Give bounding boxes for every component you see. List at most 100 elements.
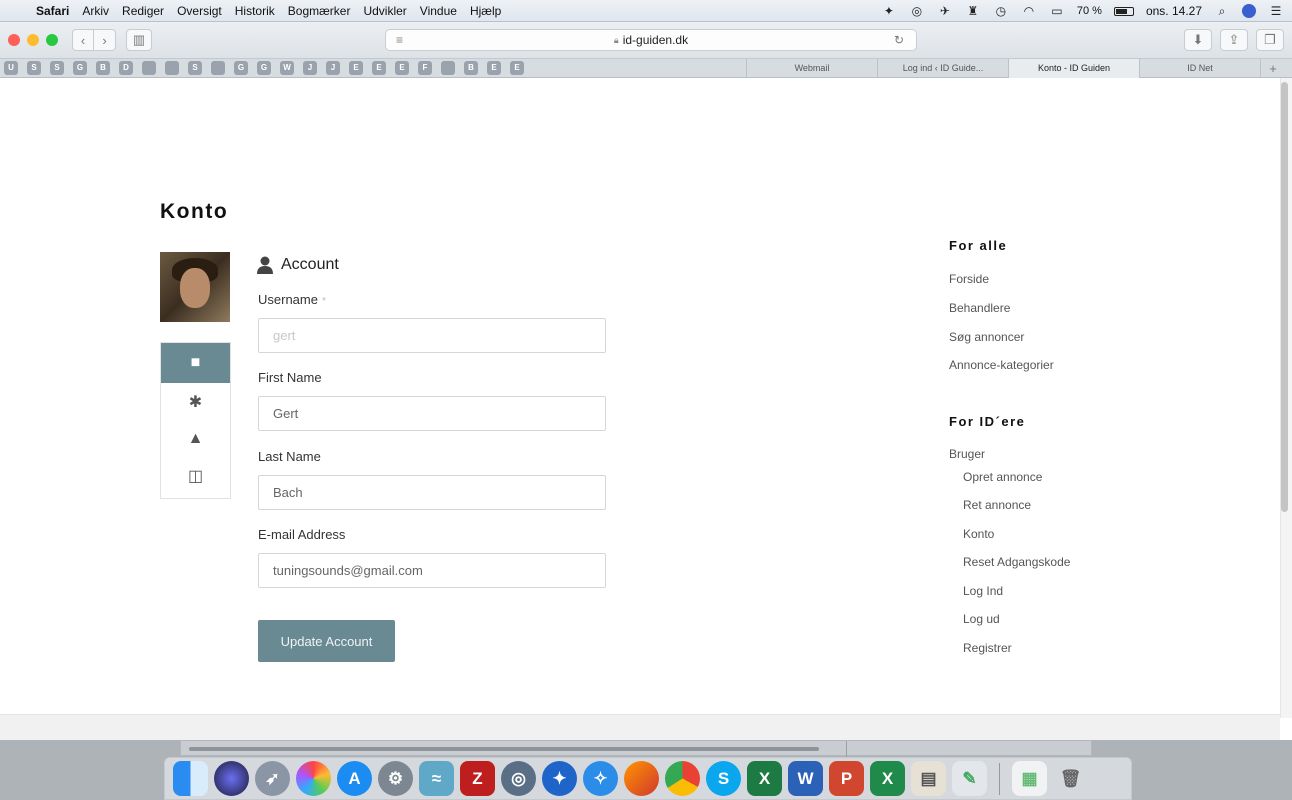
rocket-status-icon[interactable]: ✈ [937,4,953,18]
tab-overview-button[interactable]: ❐ [1256,29,1284,51]
link-registrer[interactable]: Registrer [963,641,1012,655]
clock-history-icon[interactable]: ◷ [993,4,1009,18]
menu-bogmaerker[interactable]: Bogmærker [288,4,351,18]
excel-icon[interactable]: X [747,761,782,796]
link-soeg-annoncer[interactable]: Søg annoncer [949,330,1024,344]
siri-icon[interactable] [214,761,249,796]
battery-icon[interactable] [1113,6,1134,16]
menu-vindue[interactable]: Vindue [420,4,457,18]
textedit-icon[interactable]: ✎ [952,761,987,796]
airplay-icon[interactable]: ▭ [1049,4,1065,18]
link-konto[interactable]: Konto [963,527,994,541]
back-button[interactable]: ‹ [72,29,94,51]
bookmark-favicon[interactable] [441,61,455,75]
system-preferences-icon[interactable]: ⚙ [378,761,413,796]
bookmark-favicon[interactable]: E [349,61,363,75]
new-tab-button[interactable]: + [1260,59,1285,78]
app-status-icon[interactable]: ♜ [965,4,981,18]
bookmark-favicon[interactable]: J [303,61,317,75]
bookmark-favicon[interactable]: B [96,61,110,75]
bookmark-favicon[interactable]: S [27,61,41,75]
link-reset-adgangskode[interactable]: Reset Adgangskode [963,555,1070,569]
password-tab-button[interactable]: ✱ [161,383,230,420]
link-opret-annonce[interactable]: Opret annonce [963,470,1042,484]
spotlight-search-icon[interactable]: ⌕ [1214,4,1230,18]
url-text[interactable]: id-guiden.dk [623,33,688,47]
bookmark-favicon[interactable]: J [326,61,340,75]
security-tab-button[interactable]: ▲ [161,420,230,457]
close-window-button[interactable] [8,34,20,46]
bookmark-favicon[interactable]: G [234,61,248,75]
reader-view-icon[interactable]: ≡ [396,33,403,47]
menu-hjaelp[interactable]: Hjælp [470,4,501,18]
finder-icon[interactable] [173,761,208,796]
menu-rediger[interactable]: Rediger [122,4,164,18]
reload-icon[interactable]: ↻ [894,33,904,47]
bookmark-favicon[interactable]: S [50,61,64,75]
page-scrollbar-track[interactable] [1280,78,1292,718]
link-forside[interactable]: Forside [949,272,989,286]
excel-alt-icon[interactable]: X [870,761,905,796]
update-account-button[interactable]: Update Account [258,620,395,662]
menu-historik[interactable]: Historik [235,4,275,18]
bookmark-favicon[interactable]: G [257,61,271,75]
bruger-label[interactable]: Bruger [949,447,985,461]
chrome-icon[interactable] [665,761,700,796]
bookmark-favicon[interactable] [142,61,156,75]
bookmark-favicon[interactable]: D [119,61,133,75]
first-name-field[interactable]: Gert [258,396,606,431]
dropbox-status-icon[interactable]: ✦ [881,4,897,18]
skype-icon[interactable]: S [706,761,741,796]
sidebar-toggle-button[interactable]: ▥ [126,29,152,51]
notification-center-icon[interactable]: ☰ [1268,4,1284,18]
downloads-stack-icon[interactable]: ▦ [1012,761,1047,796]
powerpoint-icon[interactable]: P [829,761,864,796]
minimize-window-button[interactable] [27,34,39,46]
link-log-ind[interactable]: Log Ind [963,584,1003,598]
username-field[interactable]: gert [258,318,606,353]
link-log-ud[interactable]: Log ud [963,612,1000,626]
bookmark-favicon[interactable]: E [372,61,386,75]
link-behandlere[interactable]: Behandlere [949,301,1010,315]
delete-tab-button[interactable]: ◫ [161,457,230,494]
battery-percent[interactable]: 70 % [1077,5,1102,17]
photos-icon[interactable] [296,761,331,796]
menu-clock[interactable]: ons. 14.27 [1146,4,1202,18]
bookmark-favicon[interactable]: W [280,61,294,75]
menu-app-name[interactable]: Safari [36,4,69,18]
filezilla-icon[interactable]: Z [460,761,495,796]
disk-utility-icon[interactable]: ◎ [501,761,536,796]
wifi-icon[interactable]: ◠ [1021,4,1037,18]
tab-log-ind[interactable]: Log ind ‹ ID Guide... [877,59,1008,78]
time-machine-icon[interactable]: ◎ [909,4,925,18]
page-scrollbar-thumb[interactable] [1281,82,1288,512]
downloads-button[interactable]: ⬇ [1184,29,1212,51]
document-icon[interactable]: ▤ [911,761,946,796]
bookmark-favicon[interactable]: E [510,61,524,75]
last-name-field[interactable]: Bach [258,475,606,510]
bookmark-favicon[interactable]: B [464,61,478,75]
zoom-window-button[interactable] [46,34,58,46]
word-icon[interactable]: W [788,761,823,796]
menu-arkiv[interactable]: Arkiv [82,4,109,18]
dropbox-icon[interactable]: ✦ [542,761,577,796]
trash-icon[interactable]: 🗑︎ [1053,761,1088,796]
tab-webmail[interactable]: Webmail [746,59,877,78]
safari-icon[interactable]: ✧ [583,761,618,796]
address-bar[interactable]: ≡ 🔒︎ id-guiden.dk ↻ [385,29,917,51]
link-ret-annonce[interactable]: Ret annonce [963,498,1031,512]
bookmark-favicon[interactable]: S [188,61,202,75]
app-store-icon[interactable]: A [337,761,372,796]
menu-udvikler[interactable]: Udvikler [363,4,406,18]
share-button[interactable]: ⇪ [1220,29,1248,51]
migration-icon[interactable]: ≈ [419,761,454,796]
launchpad-icon[interactable]: ➶ [255,761,290,796]
bookmark-favicon[interactable]: E [487,61,501,75]
account-tab-button[interactable]: ■ [161,343,230,383]
email-field[interactable]: tuningsounds@gmail.com [258,553,606,588]
firefox-icon[interactable] [624,761,659,796]
menu-oversigt[interactable]: Oversigt [177,4,222,18]
bookmark-favicon[interactable]: G [73,61,87,75]
bookmark-favicon[interactable] [211,61,225,75]
bookmark-favicon[interactable]: F [418,61,432,75]
